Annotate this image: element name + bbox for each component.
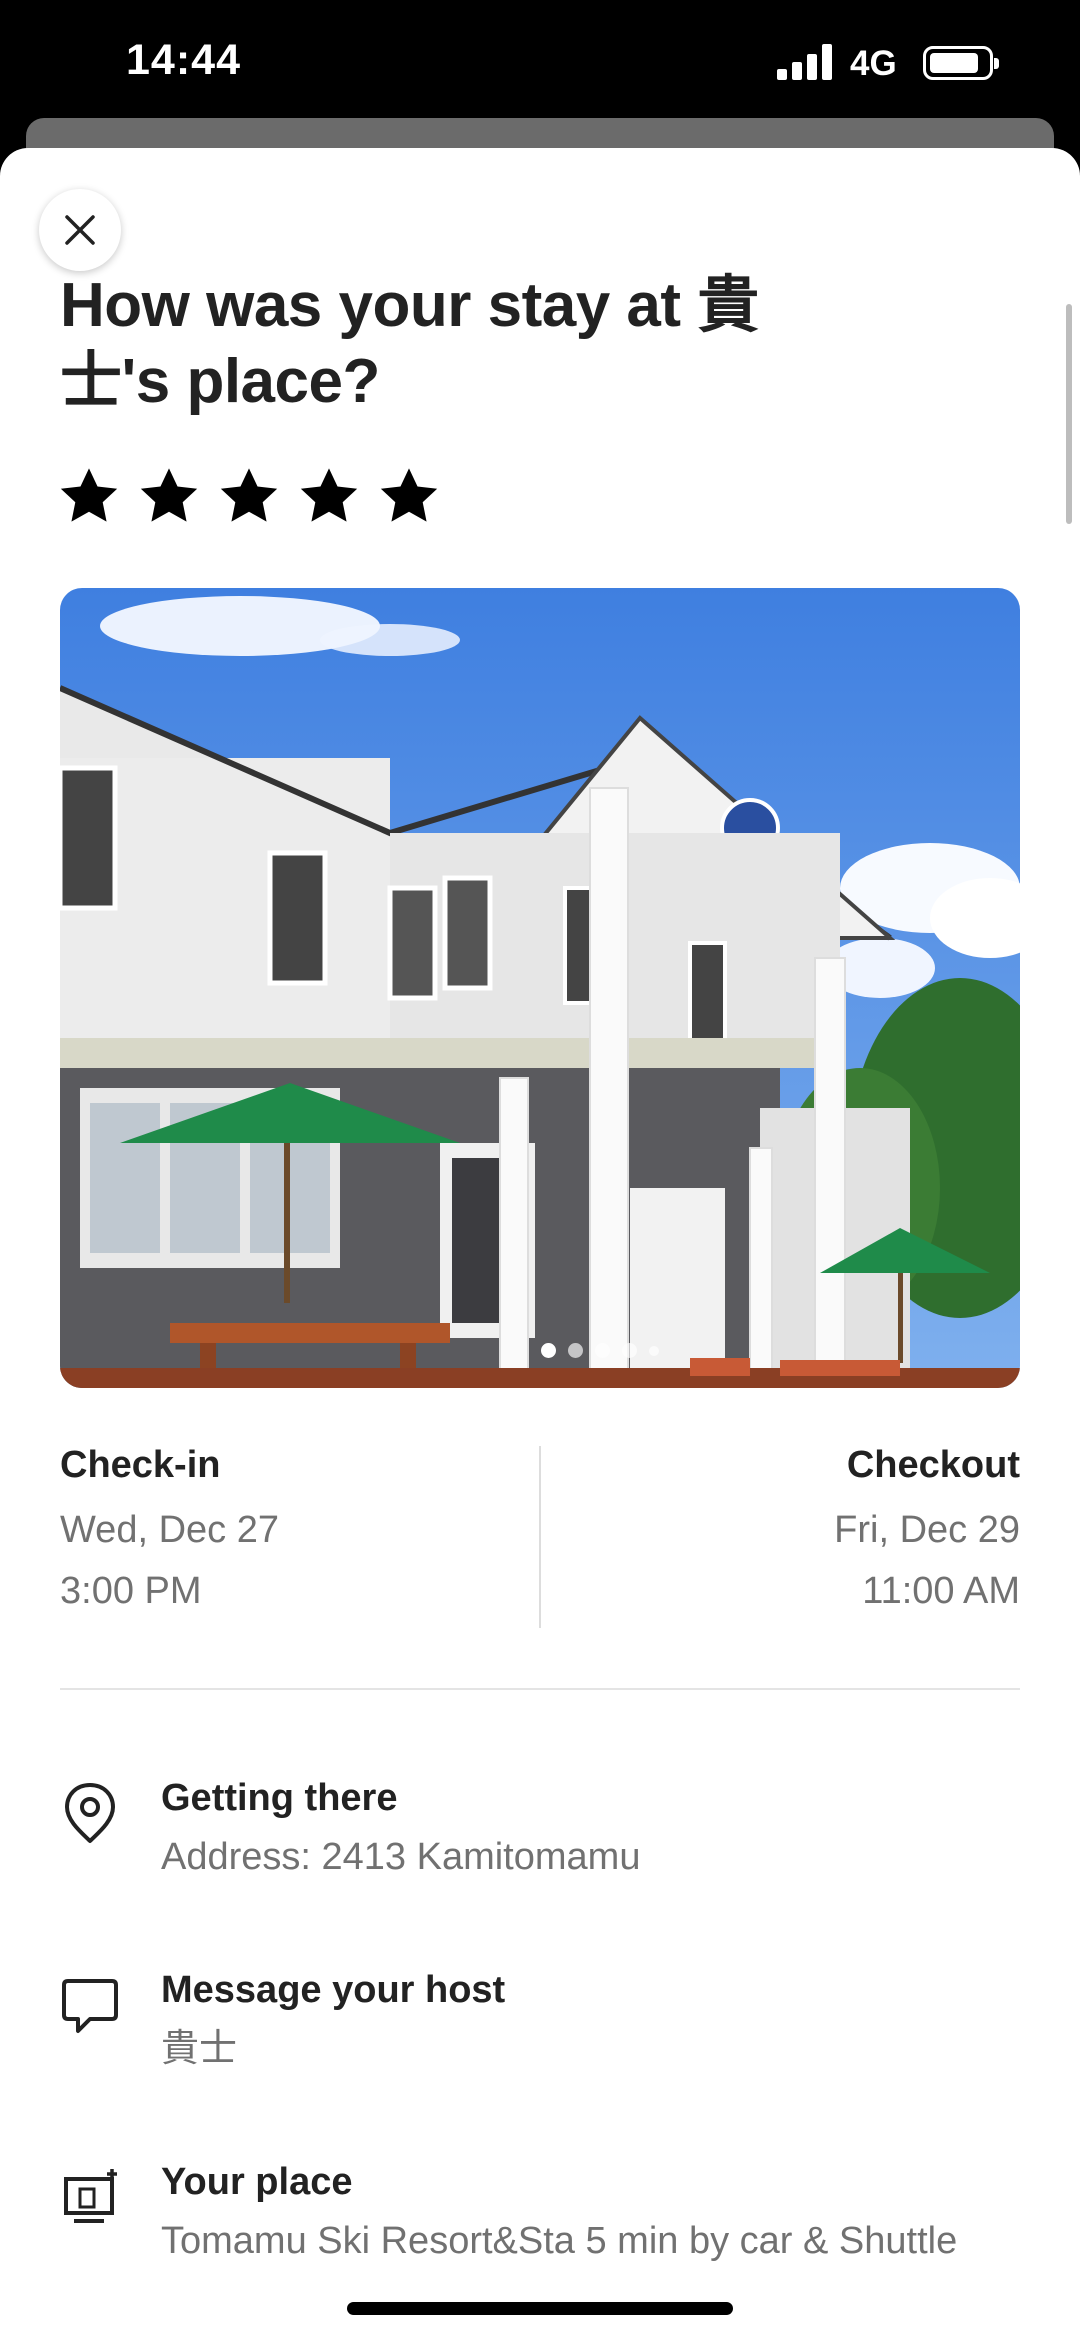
- your-place-title: Your place: [161, 2161, 353, 2203]
- status-bar: 14:44 4G: [0, 0, 1080, 118]
- section-divider: [60, 1688, 1020, 1690]
- page-title: How was your stay at 貴士's place?: [60, 271, 759, 416]
- carousel-dot: [595, 1343, 610, 1358]
- carousel-dot: [568, 1343, 583, 1358]
- star-icon[interactable]: [138, 466, 200, 526]
- checkin-time: 3:00 PM: [60, 1570, 202, 1612]
- scrollbar[interactable]: [1066, 304, 1072, 524]
- checkout-date: Fri, Dec 29: [834, 1509, 1020, 1551]
- carousel-dot: [622, 1343, 637, 1358]
- listing-photo-carousel[interactable]: [60, 588, 1020, 1388]
- close-icon: [65, 215, 95, 245]
- network-type: 4G: [850, 44, 897, 83]
- house-photo: [60, 588, 1020, 1388]
- getting-there-address: Address: 2413 Kamitomamu: [161, 1836, 641, 1878]
- message-icon: [62, 1979, 118, 2033]
- star-icon[interactable]: [298, 466, 360, 526]
- home-indicator[interactable]: [347, 2302, 733, 2315]
- checkout-section: Checkout Fri, Dec 29 11:00 AM: [590, 1440, 1020, 1622]
- star-icon[interactable]: [378, 466, 440, 526]
- your-place-description: Tomamu Ski Resort&Sta 5 min by car & Shu…: [161, 2220, 958, 2262]
- close-button[interactable]: [39, 189, 121, 271]
- status-time: 14:44: [126, 36, 241, 84]
- checkout-time: 11:00 AM: [862, 1570, 1020, 1612]
- battery-icon: [923, 46, 999, 80]
- carousel-dot: [649, 1346, 659, 1356]
- checkout-label: Checkout: [846, 1444, 1020, 1486]
- message-host-title: Message your host: [161, 1969, 506, 2011]
- host-name: 貴士: [161, 2028, 238, 2070]
- star-icon[interactable]: [58, 466, 120, 526]
- vertical-divider: [539, 1446, 541, 1628]
- star-icon[interactable]: [218, 466, 280, 526]
- star-rating[interactable]: [58, 466, 440, 526]
- getting-there-title: Getting there: [161, 1777, 398, 1819]
- review-sheet: How was your stay at 貴士's place? Check-i…: [0, 148, 1080, 2336]
- house-icon: [64, 2169, 117, 2223]
- carousel-pagination: [60, 1343, 1020, 1358]
- location-pin-icon: [65, 1783, 115, 1843]
- checkin-date: Wed, Dec 27: [60, 1509, 279, 1551]
- checkin-label: Check-in: [60, 1444, 221, 1486]
- signal-icon: [777, 44, 835, 80]
- carousel-dot: [541, 1343, 556, 1358]
- checkin-section: Check-in Wed, Dec 27 3:00 PM: [60, 1440, 490, 1622]
